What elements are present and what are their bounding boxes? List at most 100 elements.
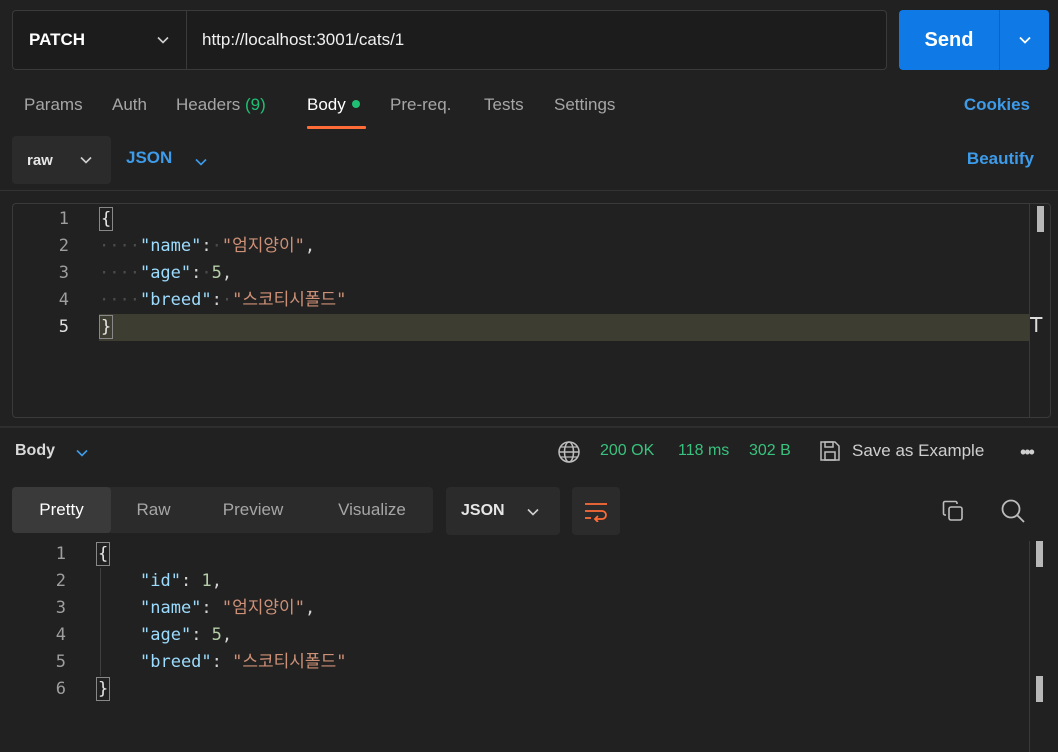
globe-icon[interactable]: [557, 440, 581, 464]
url-text: http://localhost:3001/cats/1: [202, 30, 405, 49]
line-number: 6: [55, 679, 66, 699]
json-key: "breed": [139, 290, 212, 310]
search-icon[interactable]: [1000, 498, 1026, 524]
line-number: 2: [55, 571, 66, 591]
close-brace: }: [96, 677, 111, 701]
line-number: 2: [58, 236, 69, 256]
code-line: "name": "엄지양이",: [140, 598, 316, 618]
line-number: 1: [55, 544, 66, 564]
method-label: PATCH: [29, 30, 86, 49]
scrollbar-track: [1029, 541, 1030, 752]
tab-headers[interactable]: Headers (9): [176, 95, 266, 115]
divider: [0, 190, 1058, 191]
save-icon[interactable]: [818, 439, 842, 463]
send-label[interactable]: Send: [899, 10, 1000, 70]
headers-count: (9): [245, 95, 266, 114]
response-format-label: JSON: [461, 502, 505, 519]
tab-preview[interactable]: Preview: [200, 487, 306, 533]
response-body-viewer[interactable]: 1 2 3 4 5 6 { "id": 1, "name": "엄지양이", "…: [0, 541, 1058, 752]
body-mode-select[interactable]: raw: [12, 136, 111, 184]
postman-request-view: PATCH http://localhost:3001/cats/1 Send …: [0, 0, 1058, 752]
scrollbar-thumb[interactable]: [1036, 541, 1043, 567]
json-value: "스코티시폴드": [232, 290, 347, 310]
request-body-editor[interactable]: 1 2 3 4 5 { ····"name":·"엄지양이", ····"age…: [12, 203, 1051, 418]
scrollbar-thumb[interactable]: [1037, 206, 1044, 232]
json-key: "name": [140, 598, 202, 618]
line-number: 4: [55, 625, 66, 645]
tab-pretty[interactable]: Pretty: [12, 487, 111, 533]
response-time[interactable]: 118 ms: [678, 442, 729, 460]
line-number: 5: [55, 652, 66, 672]
method-select[interactable]: PATCH: [12, 10, 186, 70]
tab-visualize[interactable]: Visualize: [316, 487, 428, 533]
code-line: ····"age":·5,: [99, 263, 233, 283]
line-number: 5: [58, 317, 69, 337]
send-button[interactable]: Send: [899, 10, 1049, 70]
json-key: "id": [140, 571, 181, 591]
tab-raw[interactable]: Raw: [115, 487, 192, 533]
body-format-select[interactable]: JSON: [126, 148, 207, 168]
scrollbar-thumb[interactable]: [1036, 676, 1043, 702]
request-tabs: Params Auth Headers (9) Body Pre-req. Te…: [0, 82, 1058, 130]
json-value: "스코티시폴드": [232, 652, 347, 672]
tab-prereq[interactable]: Pre-req.: [390, 95, 451, 115]
cookies-link[interactable]: Cookies: [964, 95, 1030, 115]
tab-headers-label: Headers: [176, 95, 241, 114]
code-line: {: [99, 206, 114, 233]
tab-tests[interactable]: Tests: [484, 95, 524, 115]
tab-body-label: Body: [307, 95, 346, 114]
chevron-down-icon: [80, 156, 92, 164]
active-tab-indicator: [307, 126, 366, 129]
json-key: "age": [139, 263, 192, 283]
wrap-lines-icon: [585, 503, 607, 522]
line-number: 1: [58, 209, 69, 229]
open-brace: {: [96, 542, 111, 566]
open-brace: {: [99, 207, 114, 231]
response-size[interactable]: 302 B: [749, 442, 791, 460]
json-value: "엄지양이": [221, 598, 305, 618]
json-value: 1: [201, 571, 212, 591]
tab-params[interactable]: Params: [24, 95, 83, 115]
response-format-select[interactable]: JSON: [446, 487, 560, 535]
wrap-lines-button[interactable]: [572, 487, 620, 535]
text-cursor-icon: ⊤: [1029, 310, 1044, 338]
tab-auth[interactable]: Auth: [112, 95, 147, 115]
code-line: }: [96, 676, 111, 703]
json-key: "breed": [140, 652, 212, 672]
tab-body[interactable]: Body: [307, 95, 360, 115]
url-input[interactable]: http://localhost:3001/cats/1: [186, 10, 887, 70]
code-line: {: [96, 541, 111, 568]
code-line: }: [99, 314, 114, 341]
json-key: "name": [139, 236, 202, 256]
current-line-highlight: [99, 314, 1029, 341]
pane-divider[interactable]: [0, 426, 1058, 428]
status-code[interactable]: 200 OK: [600, 442, 654, 460]
chevron-down-icon: [157, 36, 169, 44]
code-line: "breed": "스코티시폴드": [140, 652, 347, 672]
json-value: 5: [211, 263, 222, 283]
line-number: 4: [58, 290, 69, 310]
code-line: ····"name":·"엄지양이",: [99, 236, 316, 256]
more-options-icon[interactable]: •••: [1020, 442, 1035, 463]
json-key: "age": [140, 625, 192, 645]
body-modified-dot: [351, 99, 360, 108]
chevron-down-icon: [76, 449, 88, 457]
save-as-example-button[interactable]: Save as Example: [852, 441, 984, 461]
beautify-link[interactable]: Beautify: [967, 149, 1034, 169]
code-line: "age": 5,: [140, 625, 233, 645]
chevron-down-icon: [1018, 36, 1031, 44]
line-number: 3: [55, 598, 66, 618]
response-bar: Body 200 OK 118 ms 302 B Save as Example…: [0, 430, 1058, 474]
indent-guide: [100, 568, 101, 676]
response-section-select[interactable]: Body: [15, 442, 88, 460]
tab-settings[interactable]: Settings: [554, 95, 615, 115]
code-line: "id": 1,: [140, 571, 222, 591]
copy-icon[interactable]: [941, 499, 965, 523]
json-value: "엄지양이": [221, 236, 305, 256]
close-brace: }: [99, 315, 114, 339]
json-value: 5: [211, 625, 222, 645]
response-view-tabs: Pretty Raw Preview Visualize: [12, 487, 433, 533]
body-format-label: JSON: [126, 148, 173, 167]
send-options-button[interactable]: [1000, 10, 1049, 70]
response-section-label: Body: [15, 442, 55, 459]
